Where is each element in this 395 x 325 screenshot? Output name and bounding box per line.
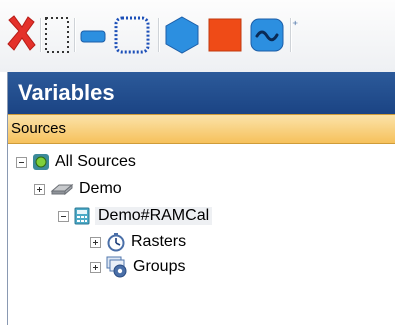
groups-icon [106,256,128,278]
dotted-rectangle-select-icon [45,17,69,53]
device-icon [50,182,74,196]
toolbar: ⁺ [0,0,395,72]
tree-node-label: Demo [79,180,122,197]
bar-shape-button[interactable] [78,24,108,48]
expand-toggle[interactable] [90,236,101,248]
panel-title: Variables [8,72,395,114]
blue-rounded-bar-icon [80,30,106,43]
blue-wave-icon [250,18,284,52]
rectangle-shape-button[interactable] [206,16,244,54]
blue-hexagon-icon [165,16,199,54]
dotted-blue-rounded-square-icon [114,16,150,54]
tree-node-label: All Sources [55,153,136,170]
calculator-icon [74,207,90,225]
wave-shape-button[interactable] [248,16,286,54]
tree-node-all-sources[interactable]: All Sources [16,151,136,173]
orange-square-icon [208,18,242,52]
container-shape-button[interactable] [112,14,152,56]
variables-panel: Variables Sources All Sources Demo Demo#… [7,72,395,325]
collapse-toggle[interactable] [58,210,69,222]
tree-node-label: Rasters [131,233,187,250]
stopwatch-icon [106,232,126,252]
tree-node-label: Groups [133,258,186,275]
tree-node-rasters[interactable]: Rasters [90,231,186,253]
delete-button[interactable] [6,14,36,54]
more-tools-indicator: ⁺ [292,18,299,32]
select-region-button[interactable] [44,16,70,54]
hexagon-shape-button[interactable] [162,14,202,56]
source-cube-icon [32,153,50,171]
tree-node-groups[interactable]: Groups [90,256,185,278]
tree-node-demo-ramcal[interactable]: Demo#RAMCal [58,205,213,227]
expand-toggle[interactable] [90,261,101,273]
red-x-icon [7,15,36,51]
tree-node-label: Demo#RAMCal [95,207,213,225]
sources-section-header[interactable]: Sources [8,114,395,144]
expand-toggle[interactable] [34,183,45,195]
collapse-toggle[interactable] [16,156,27,168]
tree-node-demo[interactable]: Demo [34,178,122,200]
